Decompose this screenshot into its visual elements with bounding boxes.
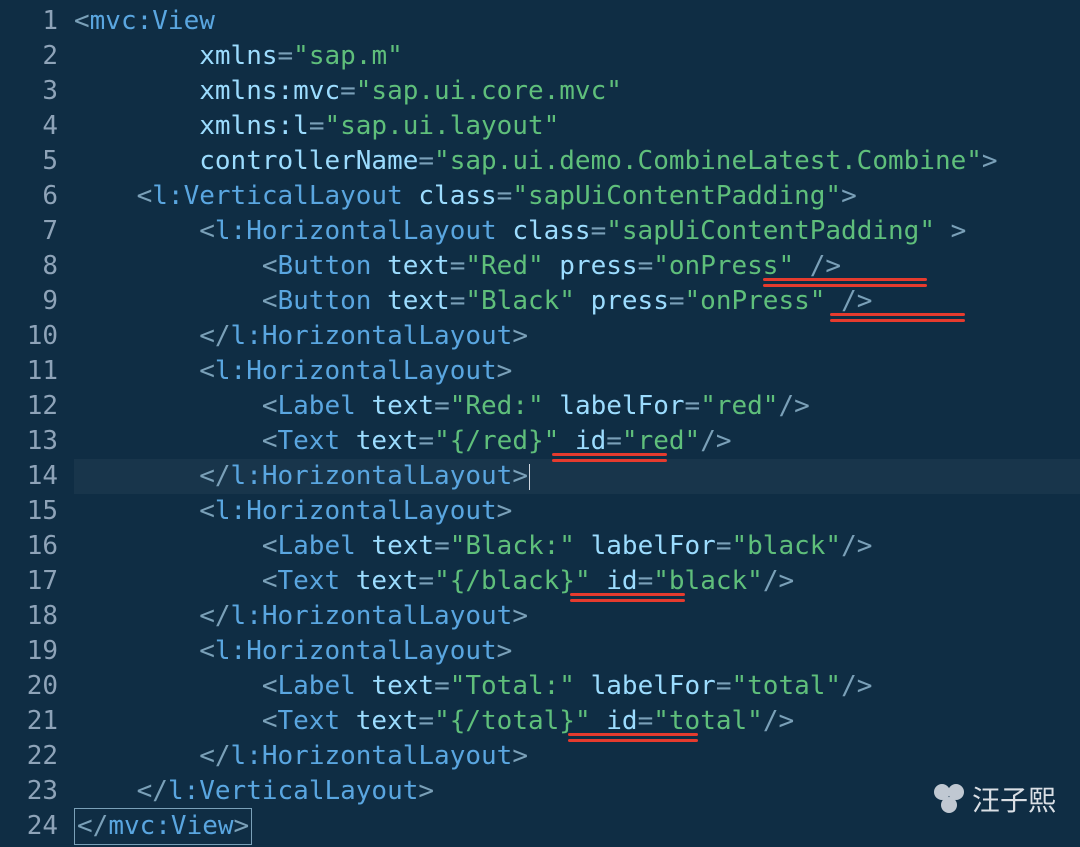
- line-number: 13: [0, 424, 58, 459]
- line-number: 1: [0, 4, 58, 39]
- code-line[interactable]: xmlns:l="sap.ui.layout": [74, 109, 1080, 144]
- code-line[interactable]: <Text text="{/total}" id="total"/>: [74, 704, 1080, 739]
- line-number: 14: [0, 459, 58, 494]
- code-line[interactable]: <Label text="Red:" labelFor="red"/>: [74, 389, 1080, 424]
- line-number: 20: [0, 669, 58, 704]
- code-editor[interactable]: 123456789101112131415161718192021222324 …: [0, 0, 1080, 844]
- code-line[interactable]: <mvc:View: [74, 4, 1080, 39]
- line-number: 8: [0, 249, 58, 284]
- code-line[interactable]: </mvc:View>: [74, 809, 1080, 844]
- code-line[interactable]: <Button text="Red" press="onPress" />: [74, 249, 1080, 284]
- line-number: 19: [0, 634, 58, 669]
- line-number: 12: [0, 389, 58, 424]
- line-number: 3: [0, 74, 58, 109]
- code-line[interactable]: </l:HorizontalLayout>: [74, 599, 1080, 634]
- line-number: 6: [0, 179, 58, 214]
- line-number: 21: [0, 704, 58, 739]
- line-number-gutter: 123456789101112131415161718192021222324: [0, 0, 68, 844]
- line-number: 17: [0, 564, 58, 599]
- code-line[interactable]: <Text text="{/black}" id="black"/>: [74, 564, 1080, 599]
- watermark-text: 汪子熙: [972, 779, 1056, 819]
- text-cursor: [529, 464, 530, 490]
- code-line[interactable]: controllerName="sap.ui.demo.CombineLates…: [74, 144, 1080, 179]
- code-line[interactable]: <Button text="Black" press="onPress" />: [74, 284, 1080, 319]
- code-line[interactable]: xmlns="sap.m": [74, 39, 1080, 74]
- line-number: 23: [0, 774, 58, 809]
- code-line[interactable]: </l:HorizontalLayout>: [74, 739, 1080, 774]
- line-number: 24: [0, 809, 58, 844]
- line-number: 11: [0, 354, 58, 389]
- line-number: 9: [0, 284, 58, 319]
- code-line[interactable]: <l:VerticalLayout class="sapUiContentPad…: [74, 179, 1080, 214]
- code-line[interactable]: </l:HorizontalLayout>: [74, 459, 1080, 494]
- wechat-icon: [932, 782, 966, 816]
- code-line[interactable]: <Label text="Total:" labelFor="total"/>: [74, 669, 1080, 704]
- code-line[interactable]: </l:VerticalLayout>: [74, 774, 1080, 809]
- matching-tag-highlight: </mvc:View>: [74, 808, 252, 845]
- code-line[interactable]: <Label text="Black:" labelFor="black"/>: [74, 529, 1080, 564]
- code-line[interactable]: <l:HorizontalLayout>: [74, 634, 1080, 669]
- code-line[interactable]: <l:HorizontalLayout>: [74, 494, 1080, 529]
- code-line[interactable]: <Text text="{/red}" id="red"/>: [74, 424, 1080, 459]
- watermark: 汪子熙: [932, 779, 1056, 819]
- line-number: 7: [0, 214, 58, 249]
- line-number: 16: [0, 529, 58, 564]
- line-number: 15: [0, 494, 58, 529]
- line-number: 5: [0, 144, 58, 179]
- line-number: 10: [0, 319, 58, 354]
- code-line[interactable]: xmlns:mvc="sap.ui.core.mvc": [74, 74, 1080, 109]
- code-line[interactable]: <l:HorizontalLayout class="sapUiContentP…: [74, 214, 1080, 249]
- line-number: 18: [0, 599, 58, 634]
- line-number: 22: [0, 739, 58, 774]
- code-area[interactable]: <mvc:View xmlns="sap.m" xmlns:mvc="sap.u…: [68, 0, 1080, 844]
- code-line[interactable]: </l:HorizontalLayout>: [74, 319, 1080, 354]
- line-number: 2: [0, 39, 58, 74]
- line-number: 4: [0, 109, 58, 144]
- code-line[interactable]: <l:HorizontalLayout>: [74, 354, 1080, 389]
